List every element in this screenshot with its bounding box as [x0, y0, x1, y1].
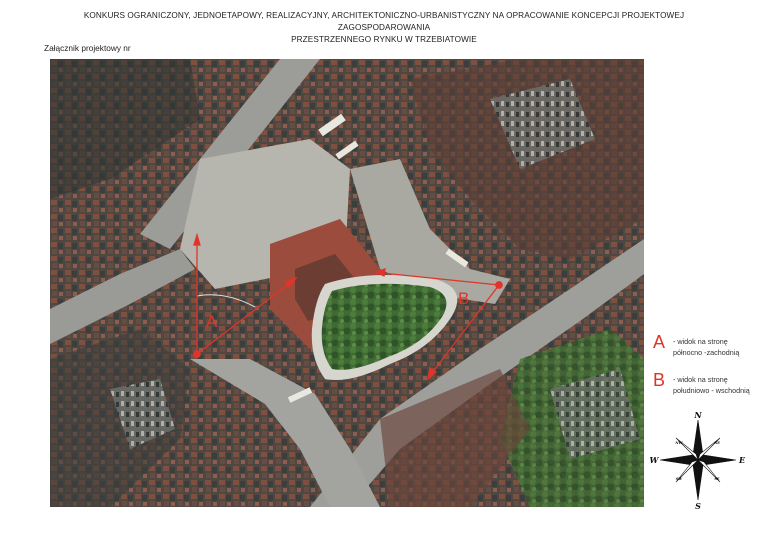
legend-letter-a: A [653, 332, 666, 352]
compass-label-se: SE [714, 477, 720, 481]
aerial-map-svg: A B [50, 59, 644, 507]
compass-svg: N S E W NW NE SW SE [650, 410, 746, 511]
compass-label-s: S [695, 501, 701, 510]
map-marker-a: A [206, 312, 218, 331]
viewpoint-b[interactable] [495, 281, 503, 289]
compass-rose-icon: N S E W NW NE SW SE [648, 410, 748, 511]
legend-text-b-line1: - widok na stronę [673, 375, 728, 384]
compass-label-w: W [650, 455, 660, 465]
page-header: KONKURS OGRANICZONY, JEDNOETAPOWY, REALI… [40, 10, 728, 46]
map-marker-b: B [458, 289, 469, 308]
compass-label-sw: SW [676, 477, 684, 481]
compass-label-nw: NW [674, 441, 683, 445]
legend-text-a-line1: - widok na stronę [673, 337, 728, 346]
legend-letter-b: B [653, 370, 666, 390]
compass-label-e: E [738, 455, 746, 465]
compass-point-s [692, 459, 704, 501]
aerial-map[interactable]: A B [50, 59, 644, 507]
header-line-2: PRZESTRZENNEGO RYNKU W TRZEBIATOWIE [291, 35, 477, 44]
legend-text-a-line2: północno -zachodnią [673, 348, 740, 357]
annex-label: Załącznik projektowy nr [44, 43, 131, 53]
compass-label-n: N [693, 410, 702, 420]
header-line-1: KONKURS OGRANICZONY, JEDNOETAPOWY, REALI… [83, 11, 685, 32]
viewpoint-a[interactable] [193, 350, 201, 358]
legend-text-b-line2: południowo - wschodnią [673, 386, 750, 395]
compass-label-ne: NE [713, 441, 720, 445]
